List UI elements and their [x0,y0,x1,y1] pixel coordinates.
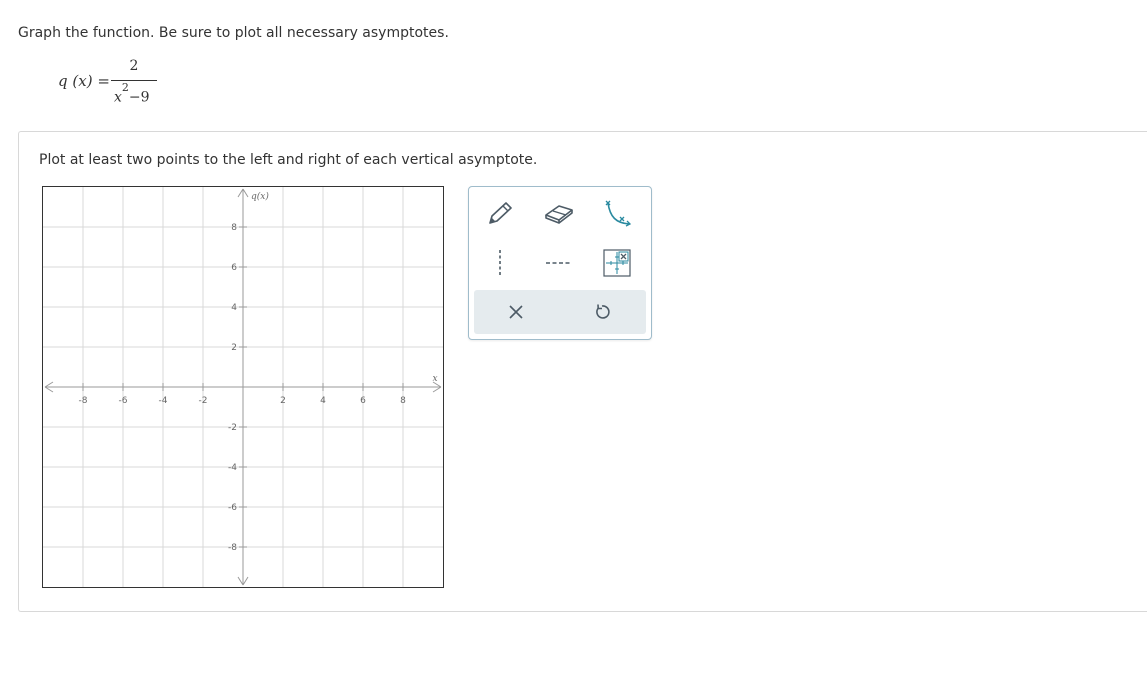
clear-button[interactable] [496,294,536,330]
coordinate-plane[interactable]: -8 -6 -4 -2 2 4 6 8 8 6 4 2 -2 -4 -6 -8 x q(x) [43,187,443,587]
action-bar [474,290,646,334]
move-grid-icon [603,249,631,277]
graphing-area[interactable]: -8 -6 -4 -2 2 4 6 8 8 6 4 2 -2 -4 -6 -8 x q(x) [42,186,444,588]
x-tick-label: -8 [79,396,88,406]
curve-tool-button[interactable] [597,195,637,231]
vertical-asymptote-icon [499,250,501,277]
denominator: x2−9 [114,81,150,106]
x-tick-label: -2 [199,396,208,406]
question-instruction: Graph the function. Be sure to plot all … [18,25,449,41]
x-tick-label: 8 [400,396,406,406]
vertical-asymptote-tool-button[interactable] [480,245,520,281]
undo-icon [596,304,610,319]
function-name: q [58,72,68,90]
clear-icon [509,305,523,319]
y-tick-label: -4 [228,463,237,473]
x-tick-label: 4 [320,396,326,406]
x-tick-label: -4 [159,396,168,406]
numerator: 2 [129,58,139,74]
eraser-tool-button[interactable] [539,195,579,231]
horizontal-asymptote-tool-button[interactable] [539,245,579,281]
x-tick-label: 2 [280,396,286,406]
y-tick-label: 8 [231,223,237,233]
denominator-variable: x [114,89,122,106]
pencil-icon [489,202,512,224]
y-tick-label: -8 [228,543,237,553]
graphing-toolbox [468,186,652,340]
y-tick-label: 6 [231,263,237,273]
y-tick-label: -6 [228,503,237,513]
move-grid-tool-button[interactable] [597,245,637,281]
denominator-constant: −9 [128,89,150,106]
eraser-icon [545,205,573,224]
y-tick-label: -2 [228,423,237,433]
y-tick-label: 2 [231,343,237,353]
formula-lhs: q (x) = [58,72,110,90]
point-tool-button[interactable] [480,195,520,231]
fraction-bar [111,80,157,81]
horizontal-asymptote-icon [546,262,572,264]
x-tick-label: 6 [360,396,366,406]
x-axis-label: x [432,374,437,384]
x-tick-label: -6 [119,396,128,406]
y-axis-label: q(x) [251,191,269,202]
undo-button[interactable] [582,294,622,330]
denominator-exponent: 2 [121,81,129,94]
function-argument: (x) [72,72,93,90]
y-tick-label: 4 [231,303,237,313]
panel-prompt: Plot at least two points to the left and… [39,152,538,168]
curve-icon [605,200,632,227]
equals-sign: = [97,72,110,90]
